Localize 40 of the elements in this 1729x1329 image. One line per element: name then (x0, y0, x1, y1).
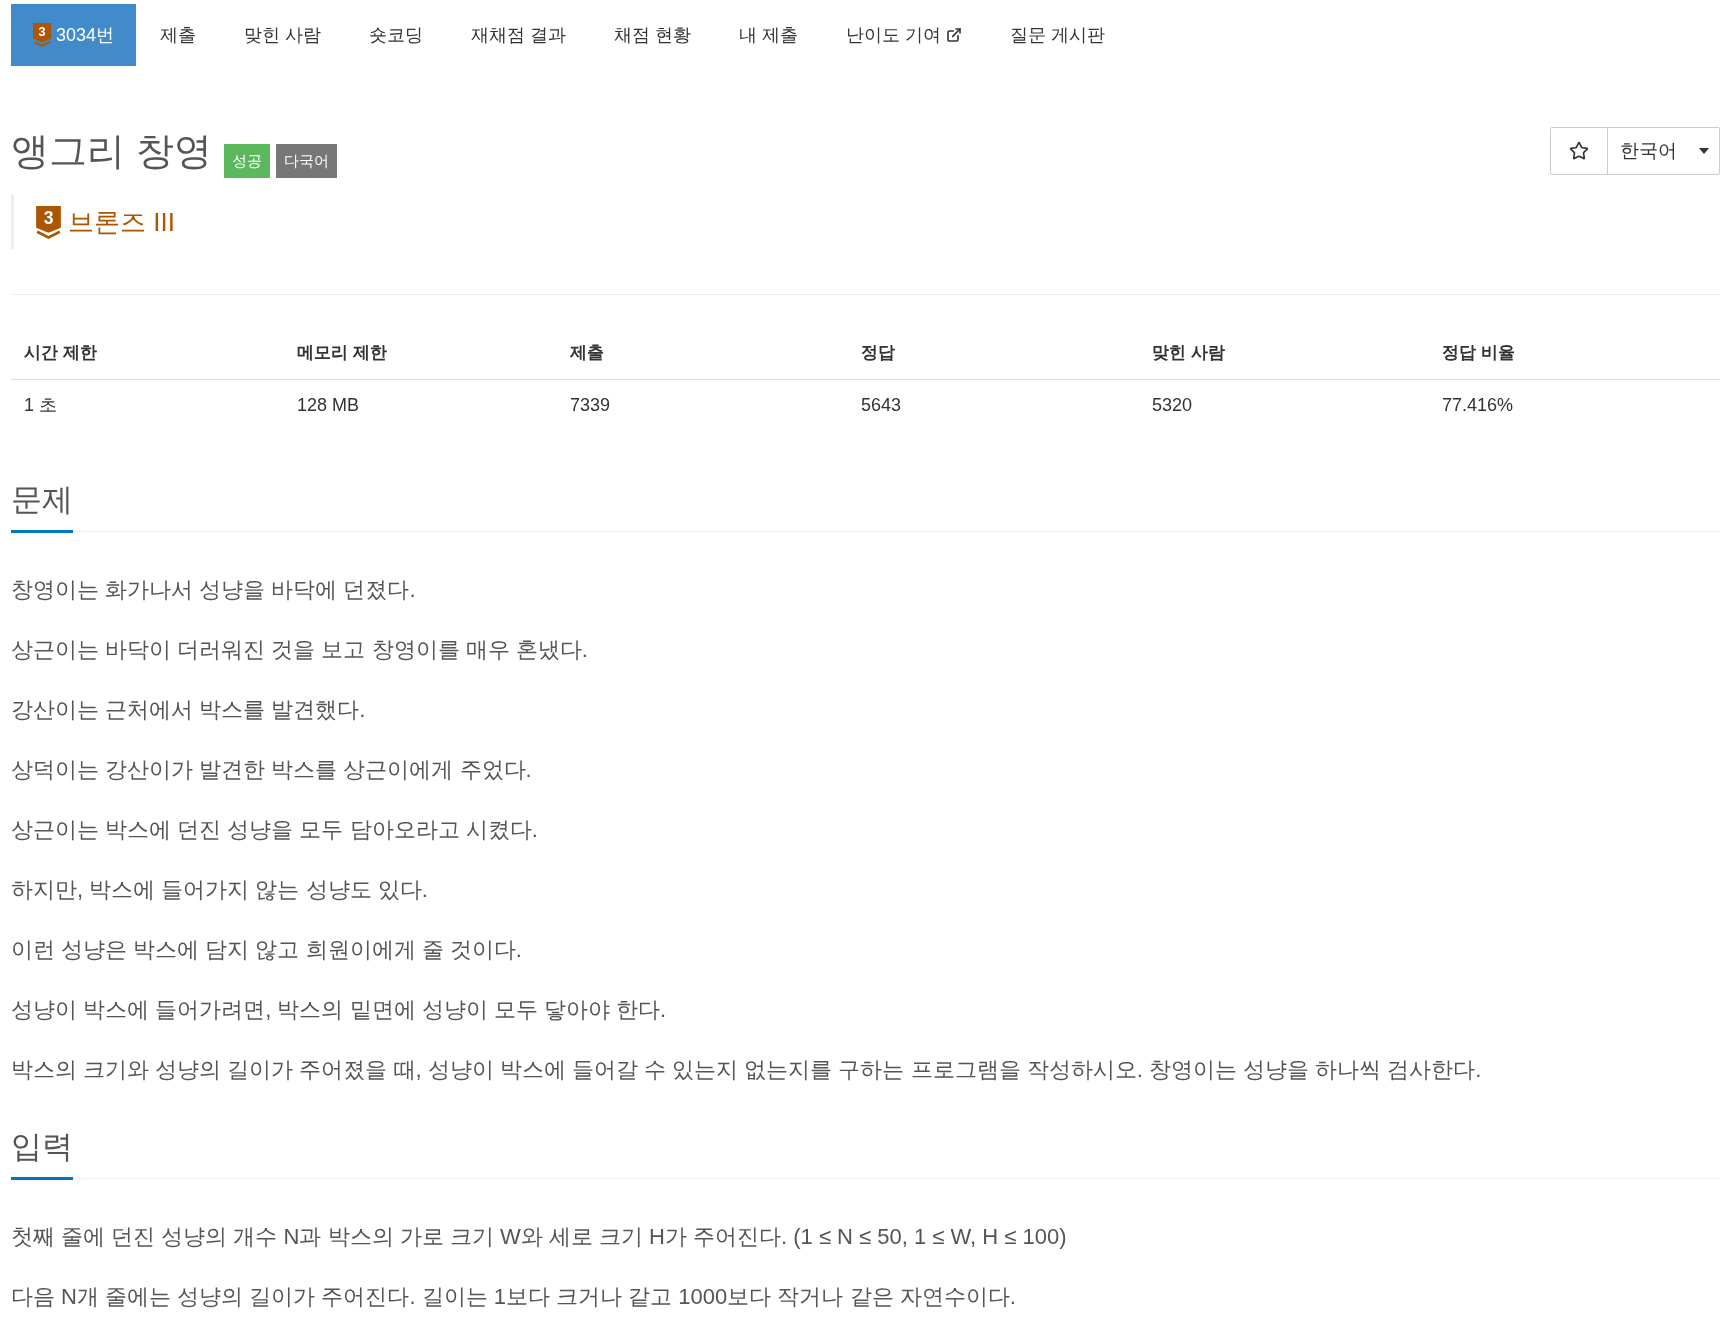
paragraph: 이런 성냥은 박스에 담지 않고 희원이에게 줄 것이다. (11, 936, 523, 964)
nav-tab[interactable]: 제출 (136, 4, 221, 66)
problem-tag: 다국어 (275, 144, 337, 178)
column-header: 메모리 제한 (297, 343, 387, 362)
paragraph: 하지만, 박스에 들어가지 않는 성냥도 있다. (11, 876, 429, 904)
paragraph: 다음 N개 줄에는 성냥의 길이가 주어진다. 길이는 1보다 크거나 같고 1000보다 작거나 같은 자연수이다. (11, 1283, 1017, 1311)
section-heading: 입력 (11, 1129, 73, 1180)
paragraph: 성냥이 박스에 들어가려면, 박스의 밑면에 성냥이 모두 닿아야 한다. (11, 996, 668, 1024)
column-header: 시간 제한 (24, 343, 97, 362)
stat-value: 7339 (570, 395, 611, 415)
nav-tab[interactable]: 난이도 기여 (822, 4, 987, 66)
stat-value: 77.416% (1442, 395, 1514, 415)
nav-tab[interactable]: 채점 현황 (590, 4, 716, 66)
nav-tab[interactable]: 질문 게시판 (986, 4, 1130, 66)
paragraph: 상덕이는 강산이가 발견한 박스를 상근이에게 주었다. (11, 756, 533, 784)
paragraph: 상근이는 박스에 던진 성냥을 모두 담아오라고 시켰다. (11, 816, 539, 844)
column-header: 정답 비율 (1442, 343, 1515, 362)
nav-tab[interactable]: 내 제출 (715, 4, 823, 66)
problem-tag: 성공 (223, 144, 270, 178)
paragraph: 창영이는 화가나서 성냥을 바닥에 던졌다. (11, 576, 417, 604)
paragraph: 첫째 줄에 던진 성냥의 개수 N과 박스의 가로 크기 W와 세로 크기 H가 주어진다. (1 ≤ N ≤ 50, 1 ≤ W, H ≤ 100) (11, 1223, 1068, 1251)
stat-value: 128 MB (297, 395, 360, 415)
nav-tab[interactable]: 맞힌 사람 (220, 4, 346, 66)
nav-tab[interactable]: 숏코딩 (345, 4, 448, 66)
caret-icon (1699, 148, 1709, 154)
nav-tab[interactable]: 3 3034번 (11, 4, 137, 66)
column-header: 맞힌 사람 (1152, 343, 1225, 362)
nav-tab[interactable]: 재채점 결과 (447, 4, 591, 66)
section-heading: 문제 (11, 482, 73, 533)
paragraph: 강산이는 근처에서 박스를 발견했다. (11, 696, 367, 724)
paragraph: 상근이는 바닥이 더러워진 것을 보고 창영이를 매우 혼냈다. (11, 636, 589, 664)
stat-value: 1 초 (24, 395, 57, 415)
stat-value: 5320 (1152, 395, 1193, 415)
paragraph: 박스의 크기와 성냥의 길이가 주어졌을 때, 성냥이 박스에 들어갈 수 있는지 없는지를 구하는 프로그램을 작성하시오. 창영이는 성냥을 하나씩 검사한다. (11, 1056, 1483, 1084)
star-icon (1569, 141, 1589, 161)
problem-title: 앵그리 창영 (11, 130, 212, 172)
column-header: 제출 (570, 343, 604, 362)
stat-value: 5643 (861, 395, 902, 415)
column-header: 정답 (861, 343, 895, 362)
tier-label: 브론즈 III (68, 209, 175, 235)
